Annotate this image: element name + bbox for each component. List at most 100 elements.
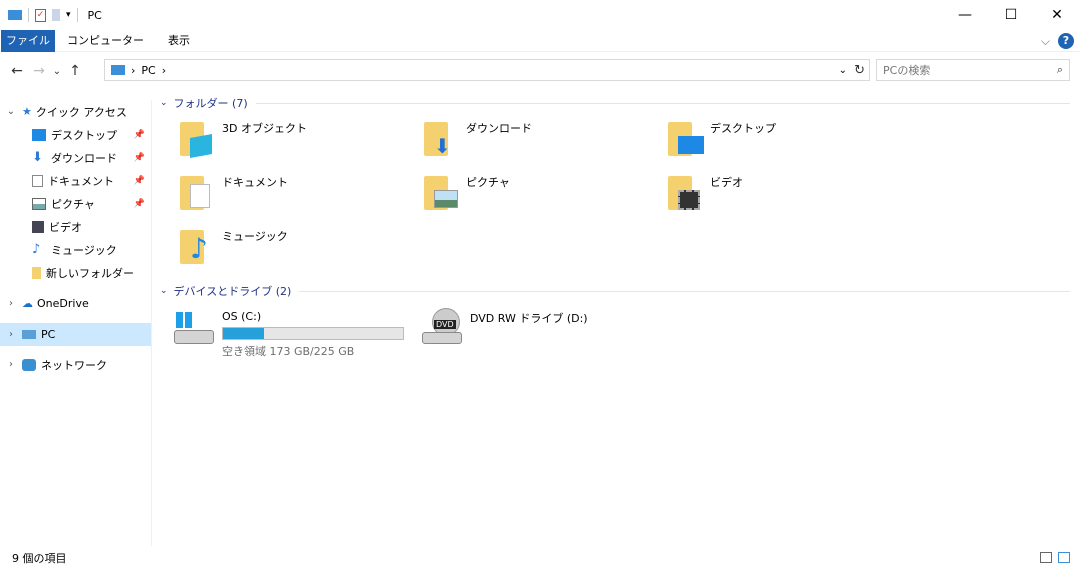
sidebar-label: ビデオ: [49, 220, 82, 234]
address-dropdown-icon[interactable]: ⌄: [839, 65, 847, 76]
sidebar-item-pc[interactable]: › PC: [0, 323, 151, 346]
cloud-icon: ☁: [22, 297, 33, 310]
video-icon: [32, 220, 44, 233]
help-icon[interactable]: ?: [1058, 33, 1074, 49]
sidebar-label: OneDrive: [37, 297, 89, 310]
properties-icon[interactable]: ✓: [35, 8, 46, 22]
chevron-right-icon[interactable]: ›: [0, 359, 22, 370]
pc-icon: [22, 330, 36, 339]
chevron-right-icon[interactable]: ›: [0, 329, 22, 340]
folder-label: ピクチャ: [466, 176, 510, 189]
chevron-right-icon[interactable]: ›: [0, 298, 22, 309]
folder-desktop[interactable]: デスクトップ: [666, 114, 910, 168]
pin-icon: 📌: [133, 152, 145, 163]
sidebar-item-new-folder[interactable]: 新しいフォルダー: [0, 261, 151, 284]
tab-computer[interactable]: コンピューター: [55, 30, 156, 52]
divider: [28, 8, 29, 22]
sidebar-label: ミュージック: [51, 243, 117, 257]
expand-ribbon-icon[interactable]: ⌵: [1041, 34, 1050, 49]
drive-d[interactable]: DVD DVD RW ドライブ (D:): [422, 308, 670, 359]
drives-group-header[interactable]: ⌄ デバイスとドライブ (2): [160, 280, 1070, 302]
folder-icon: [32, 266, 41, 279]
refresh-icon[interactable]: ↻: [854, 63, 865, 78]
back-button[interactable]: ←: [6, 63, 28, 79]
dvd-drive-icon: DVD: [422, 308, 466, 348]
sidebar-item-desktop[interactable]: デスクトップ 📌: [0, 123, 151, 146]
item-count: 9 個の項目: [12, 552, 67, 565]
videos-folder-icon: [666, 172, 704, 212]
sidebar-label: クイック アクセス: [35, 105, 127, 119]
details-view-icon[interactable]: [1040, 552, 1052, 563]
breadcrumb-pc[interactable]: PC: [141, 64, 155, 77]
sidebar-item-documents[interactable]: ドキュメント 📌: [0, 169, 151, 192]
folder-label: ビデオ: [710, 176, 743, 189]
divider: [255, 102, 1070, 104]
drive-c[interactable]: OS (C:) 空き領域 173 GB/225 GB: [174, 308, 422, 359]
recent-locations-button[interactable]: ⌄: [50, 66, 64, 77]
windows-drive-icon: [174, 308, 218, 348]
sidebar-label: ドキュメント: [48, 174, 114, 188]
download-icon: ⬇: [32, 149, 43, 165]
drive-free-space: 空き領域 173 GB/225 GB: [222, 345, 355, 358]
folder-music[interactable]: ♪ ミュージック: [178, 222, 422, 276]
drive-label: OS (C:): [222, 310, 262, 323]
folder-pictures[interactable]: ピクチャ: [422, 168, 666, 222]
title-bar: ✓ ▾ PC — ☐ ✕: [0, 0, 1080, 30]
desktop-icon: [32, 128, 46, 141]
sidebar-item-downloads[interactable]: ⬇ ダウンロード 📌: [0, 146, 151, 169]
address-bar[interactable]: › PC › ⌄ ↻: [104, 59, 870, 81]
pin-icon: 📌: [133, 198, 145, 209]
sidebar-label: デスクトップ: [51, 128, 117, 142]
pin-icon: 📌: [133, 129, 145, 140]
desktop-folder-icon: [666, 118, 704, 158]
document-icon: [32, 174, 43, 187]
close-button[interactable]: ✕: [1034, 0, 1080, 30]
sidebar-item-quick-access[interactable]: ⌄ ★ クイック アクセス: [0, 100, 151, 123]
pictures-folder-icon: [422, 172, 460, 212]
customize-quick-access-icon[interactable]: ▾: [66, 10, 71, 20]
search-input[interactable]: PCの検索 ⌕: [876, 59, 1070, 81]
maximize-button[interactable]: ☐: [988, 0, 1034, 30]
music-icon: ♪: [32, 241, 41, 257]
folder-downloads[interactable]: ⬇ ダウンロード: [422, 114, 666, 168]
new-folder-icon[interactable]: [52, 9, 60, 21]
navigation-pane: ⌄ ★ クイック アクセス デスクトップ 📌 ⬇ ダウンロード 📌 ドキュメント 📌 ピクチ…: [0, 100, 152, 546]
chevron-down-icon[interactable]: ⌄: [0, 106, 22, 117]
breadcrumb-separator[interactable]: ›: [162, 64, 166, 77]
tab-view[interactable]: 表示: [156, 30, 202, 52]
folders-group-header[interactable]: ⌄ フォルダー (7): [160, 92, 1070, 114]
tab-file[interactable]: ファイル: [1, 29, 55, 52]
sidebar-item-network[interactable]: › ネットワーク: [0, 353, 151, 376]
forward-button[interactable]: →: [28, 63, 50, 79]
folder-label: ドキュメント: [222, 176, 288, 189]
minimize-button[interactable]: —: [942, 0, 988, 30]
group-title: デバイスとドライブ (2): [173, 285, 292, 298]
folder-label: ミュージック: [222, 230, 288, 243]
divider: [299, 290, 1070, 292]
chevron-down-icon: ⌄: [160, 286, 168, 296]
pc-icon: [111, 65, 125, 75]
chevron-down-icon: ⌄: [160, 98, 168, 108]
up-button[interactable]: ↑: [64, 63, 86, 79]
sidebar-item-music[interactable]: ♪ ミュージック: [0, 238, 151, 261]
large-icons-view-icon[interactable]: [1058, 552, 1070, 563]
sidebar-label: ネットワーク: [41, 358, 107, 372]
sidebar-item-onedrive[interactable]: › ☁ OneDrive: [0, 292, 151, 315]
music-folder-icon: ♪: [178, 226, 216, 266]
pin-icon: 📌: [133, 175, 145, 186]
breadcrumb-separator: ›: [131, 63, 136, 77]
folder-videos[interactable]: ビデオ: [666, 168, 910, 222]
folder-documents[interactable]: ドキュメント: [178, 168, 422, 222]
sidebar-item-pictures[interactable]: ピクチャ 📌: [0, 192, 151, 215]
sidebar-item-videos[interactable]: ビデオ: [0, 215, 151, 238]
documents-folder-icon: [178, 172, 216, 212]
dvd-badge: DVD: [434, 320, 456, 329]
folder-3d-objects[interactable]: 3D オブジェクト: [178, 114, 422, 168]
sidebar-label: PC: [41, 328, 56, 341]
folder-label: ダウンロード: [466, 122, 532, 135]
drive-usage-fill: [223, 328, 265, 339]
window-title: PC: [87, 8, 102, 22]
folder-label: 3D オブジェクト: [222, 122, 307, 135]
divider: [76, 8, 78, 22]
star-icon: ★: [22, 105, 32, 118]
